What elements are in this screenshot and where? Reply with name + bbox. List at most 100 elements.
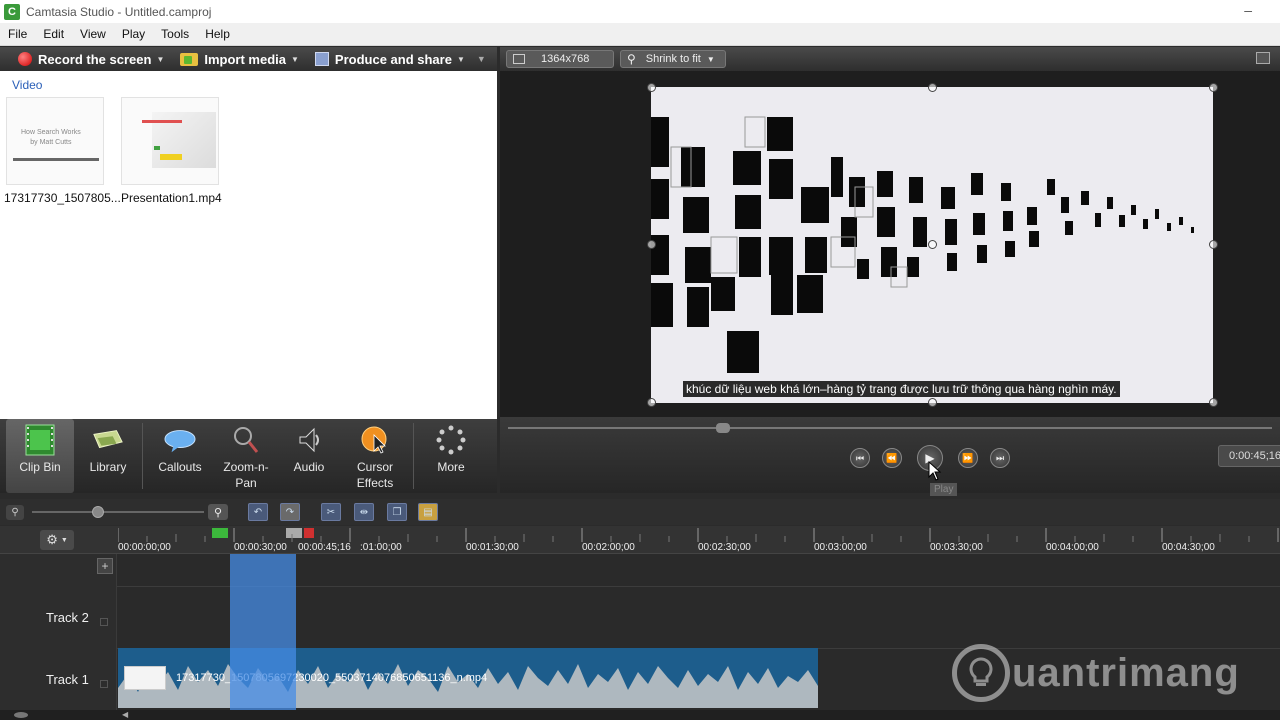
- watermark-logo-icon: [952, 644, 1010, 702]
- track-1-label: Track 1: [46, 672, 89, 687]
- ruler-tick-label: 00:04:30;00: [1162, 542, 1215, 553]
- menu-view[interactable]: View: [72, 27, 114, 41]
- split-icon[interactable]: ⇹: [354, 503, 374, 521]
- rewind-button[interactable]: ⏪: [882, 448, 902, 468]
- import-media-button[interactable]: Import media ▼: [172, 47, 307, 71]
- menu-bar: File Edit View Play Tools Help: [0, 23, 1280, 46]
- tab-label: Zoom-n- Pan: [223, 460, 269, 490]
- tab-library[interactable]: Library: [74, 419, 142, 493]
- resize-handle[interactable]: [647, 398, 656, 407]
- redo-icon[interactable]: ↷: [280, 503, 300, 521]
- preview-toolbar: 1364x768 ⚲ Shrink to fit ▼: [500, 47, 1280, 71]
- film-strip-icon: [24, 423, 56, 457]
- zoom-slider-thumb[interactable]: [92, 506, 104, 518]
- cut-icon[interactable]: ✂: [321, 503, 341, 521]
- thumbnail-graphic: [142, 120, 182, 123]
- timeline-selection[interactable]: [230, 554, 296, 720]
- zoom-dropdown[interactable]: ⚲ Shrink to fit ▼: [620, 50, 726, 68]
- lock-icon[interactable]: [100, 680, 108, 688]
- scrubber-track[interactable]: [508, 427, 1272, 429]
- scroll-left-icon[interactable]: ◀: [122, 710, 128, 719]
- clip-thumbnail[interactable]: How Search Works by Matt Cutts: [6, 97, 104, 185]
- camtasia-logo-icon: C: [4, 3, 20, 20]
- menu-edit[interactable]: Edit: [35, 27, 72, 41]
- tab-zoom-n-pan[interactable]: Zoom-n- Pan: [217, 419, 275, 493]
- menu-play[interactable]: Play: [114, 27, 153, 41]
- zoom-value: Shrink to fit: [645, 53, 701, 65]
- chevron-down-icon: ▼: [156, 54, 165, 64]
- menu-file[interactable]: File: [0, 27, 35, 41]
- lock-icon[interactable]: [100, 618, 108, 626]
- minimize-button[interactable]: –: [1244, 2, 1252, 18]
- chevron-down-icon: ▼: [290, 54, 299, 64]
- bin-section-video: Video: [12, 78, 43, 92]
- resize-handle[interactable]: [928, 398, 937, 407]
- menu-tools[interactable]: Tools: [153, 27, 197, 41]
- zoom-slider-track[interactable]: [32, 511, 204, 513]
- task-toolbar: Record the screen ▼ Import media ▼ Produ…: [0, 47, 497, 71]
- tab-label: Library: [89, 460, 127, 474]
- add-track-button[interactable]: +: [97, 558, 113, 574]
- ruler-tick-label: 00:00:30;00: [234, 542, 287, 553]
- timeline-ruler[interactable]: ⚙ ▼ 00:00:00;00 00:00:30;00 00:00:45;16 :…: [0, 526, 1280, 554]
- tab-clip-bin[interactable]: Clip Bin: [6, 419, 74, 493]
- clip-name: 17317730_1507805...: [4, 191, 121, 205]
- resize-handle[interactable]: [1209, 240, 1218, 249]
- resize-handle[interactable]: [647, 83, 656, 92]
- fast-forward-button[interactable]: ⏩: [958, 448, 978, 468]
- resolution-dropdown[interactable]: 1364x768: [506, 50, 614, 68]
- zoom-out-icon[interactable]: ⚲: [6, 505, 24, 520]
- paste-icon[interactable]: ▤: [418, 503, 438, 521]
- tab-callouts[interactable]: Callouts: [143, 419, 217, 493]
- toolbar-overflow-icon[interactable]: ▼: [477, 54, 486, 64]
- record-screen-label: Record the screen: [38, 51, 152, 67]
- timeline-clip[interactable]: 17317730_1507805697230020_55037140768506…: [118, 648, 818, 708]
- player-controls: ⏮ ⏪ ▶ ⏩ ⏭ 0:00:45;16 Play: [500, 417, 1280, 496]
- copy-icon[interactable]: ❐: [387, 503, 407, 521]
- resize-handle[interactable]: [1209, 83, 1218, 92]
- skip-start-button[interactable]: ⏮: [850, 448, 870, 468]
- tab-label: Audio: [293, 460, 325, 474]
- rotate-handle[interactable]: [928, 240, 937, 249]
- resize-handle[interactable]: [1209, 398, 1218, 407]
- detach-preview-icon[interactable]: [1256, 52, 1270, 64]
- window-title: Camtasia Studio - Untitled.camproj: [26, 4, 212, 19]
- tab-audio[interactable]: Audio: [275, 419, 343, 493]
- library-icon: [92, 423, 124, 457]
- ruler-tick-label: 00:01:30;00: [466, 542, 519, 553]
- resize-handle[interactable]: [647, 240, 656, 249]
- zoom-in-icon[interactable]: ⚲: [208, 504, 228, 520]
- clip-name: Presentation1.mp4: [121, 191, 222, 205]
- gear-icon[interactable]: ⚙ ▼: [40, 530, 74, 550]
- record-screen-button[interactable]: Record the screen ▼: [0, 47, 172, 71]
- cursor-effects-icon: [359, 423, 391, 457]
- ruler-ticks: [118, 528, 1279, 542]
- scroll-thumb[interactable]: [14, 712, 28, 718]
- undo-icon[interactable]: ↶: [248, 503, 268, 521]
- tab-cursor-effects[interactable]: Cursor Effects: [343, 419, 407, 493]
- produce-share-button[interactable]: Produce and share ▼: [307, 47, 473, 71]
- ruler-tick-label: 00:00:00;00: [118, 542, 171, 553]
- chevron-down-icon: ▼: [706, 54, 715, 64]
- clip-item[interactable]: How Search Works by Matt Cutts 17317730_…: [4, 97, 121, 205]
- magnifier-icon: [230, 423, 262, 457]
- clip-thumbnail[interactable]: [121, 97, 219, 185]
- more-dots-icon: [435, 423, 467, 457]
- tab-label: More: [437, 460, 465, 474]
- ruler-tick-label: 00:04:00;00: [1046, 542, 1099, 553]
- timeline-toolbar: ⚲ ⚲ ↶ ↷ ✂ ⇹ ❐ ▤: [0, 499, 1280, 525]
- tab-label: Clip Bin: [19, 460, 61, 474]
- mouse-cursor-icon: [928, 461, 942, 481]
- resize-handle[interactable]: [928, 83, 937, 92]
- menu-help[interactable]: Help: [197, 27, 238, 41]
- skip-end-button[interactable]: ⏭: [990, 448, 1010, 468]
- clip-item[interactable]: Presentation1.mp4: [121, 97, 222, 205]
- scrubber-thumb[interactable]: [716, 423, 730, 433]
- chevron-down-icon: ▼: [456, 54, 465, 64]
- ruler-tick-label: 00:02:00;00: [582, 542, 635, 553]
- horizontal-scrollbar[interactable]: ◀: [0, 710, 1280, 720]
- tab-more[interactable]: More: [414, 419, 488, 493]
- folder-icon: [180, 52, 199, 66]
- track-2-label: Track 2: [46, 610, 89, 625]
- time-display: 0:00:45;16: [1218, 445, 1280, 467]
